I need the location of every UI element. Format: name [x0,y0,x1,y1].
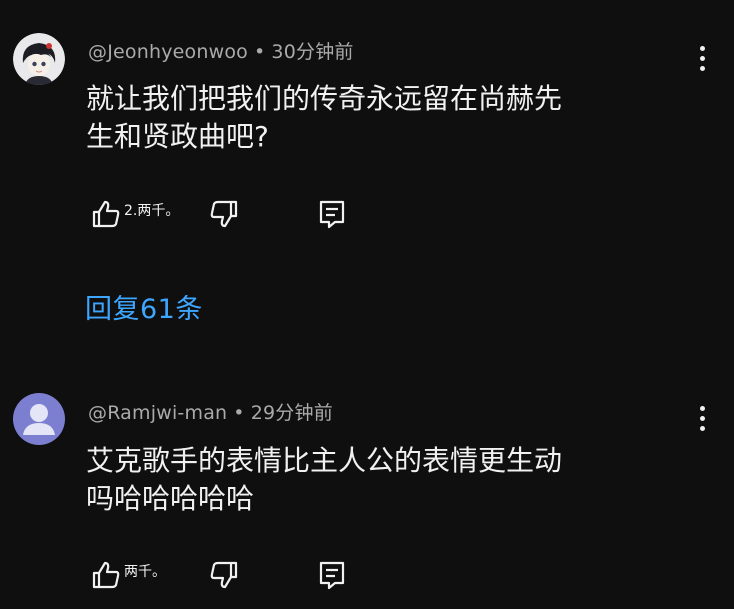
comment-header: @Ramjwi-man • 29分钟前 [88,398,333,425]
timestamp[interactable]: 29分钟前 [251,402,333,424]
reply-icon [319,561,345,590]
author-name[interactable]: @Ramjwi-man [88,402,227,424]
avatar[interactable] [13,393,65,445]
reply-button[interactable] [316,555,348,595]
comment-actions: 两千。 [88,555,388,595]
default-user-icon [23,404,55,435]
thumbs-up-icon [92,561,120,589]
more-vertical-icon [699,405,705,411]
more-options-button[interactable] [690,403,714,433]
separator-dot: • [233,402,245,424]
comment-text: 艾克歌手的表情比主人公的表情更生动 吗哈哈哈哈哈 [86,444,563,515]
comment-2: @Ramjwi-man • 29分钟前 艾克歌手的表情比主人公的表情更生动 吗哈哈哈… [0,0,734,609]
like-count: 两千。 [124,564,166,580]
dislike-button[interactable] [208,555,240,595]
thumbs-down-icon [210,561,238,589]
like-button[interactable]: 两千。 [90,555,166,595]
